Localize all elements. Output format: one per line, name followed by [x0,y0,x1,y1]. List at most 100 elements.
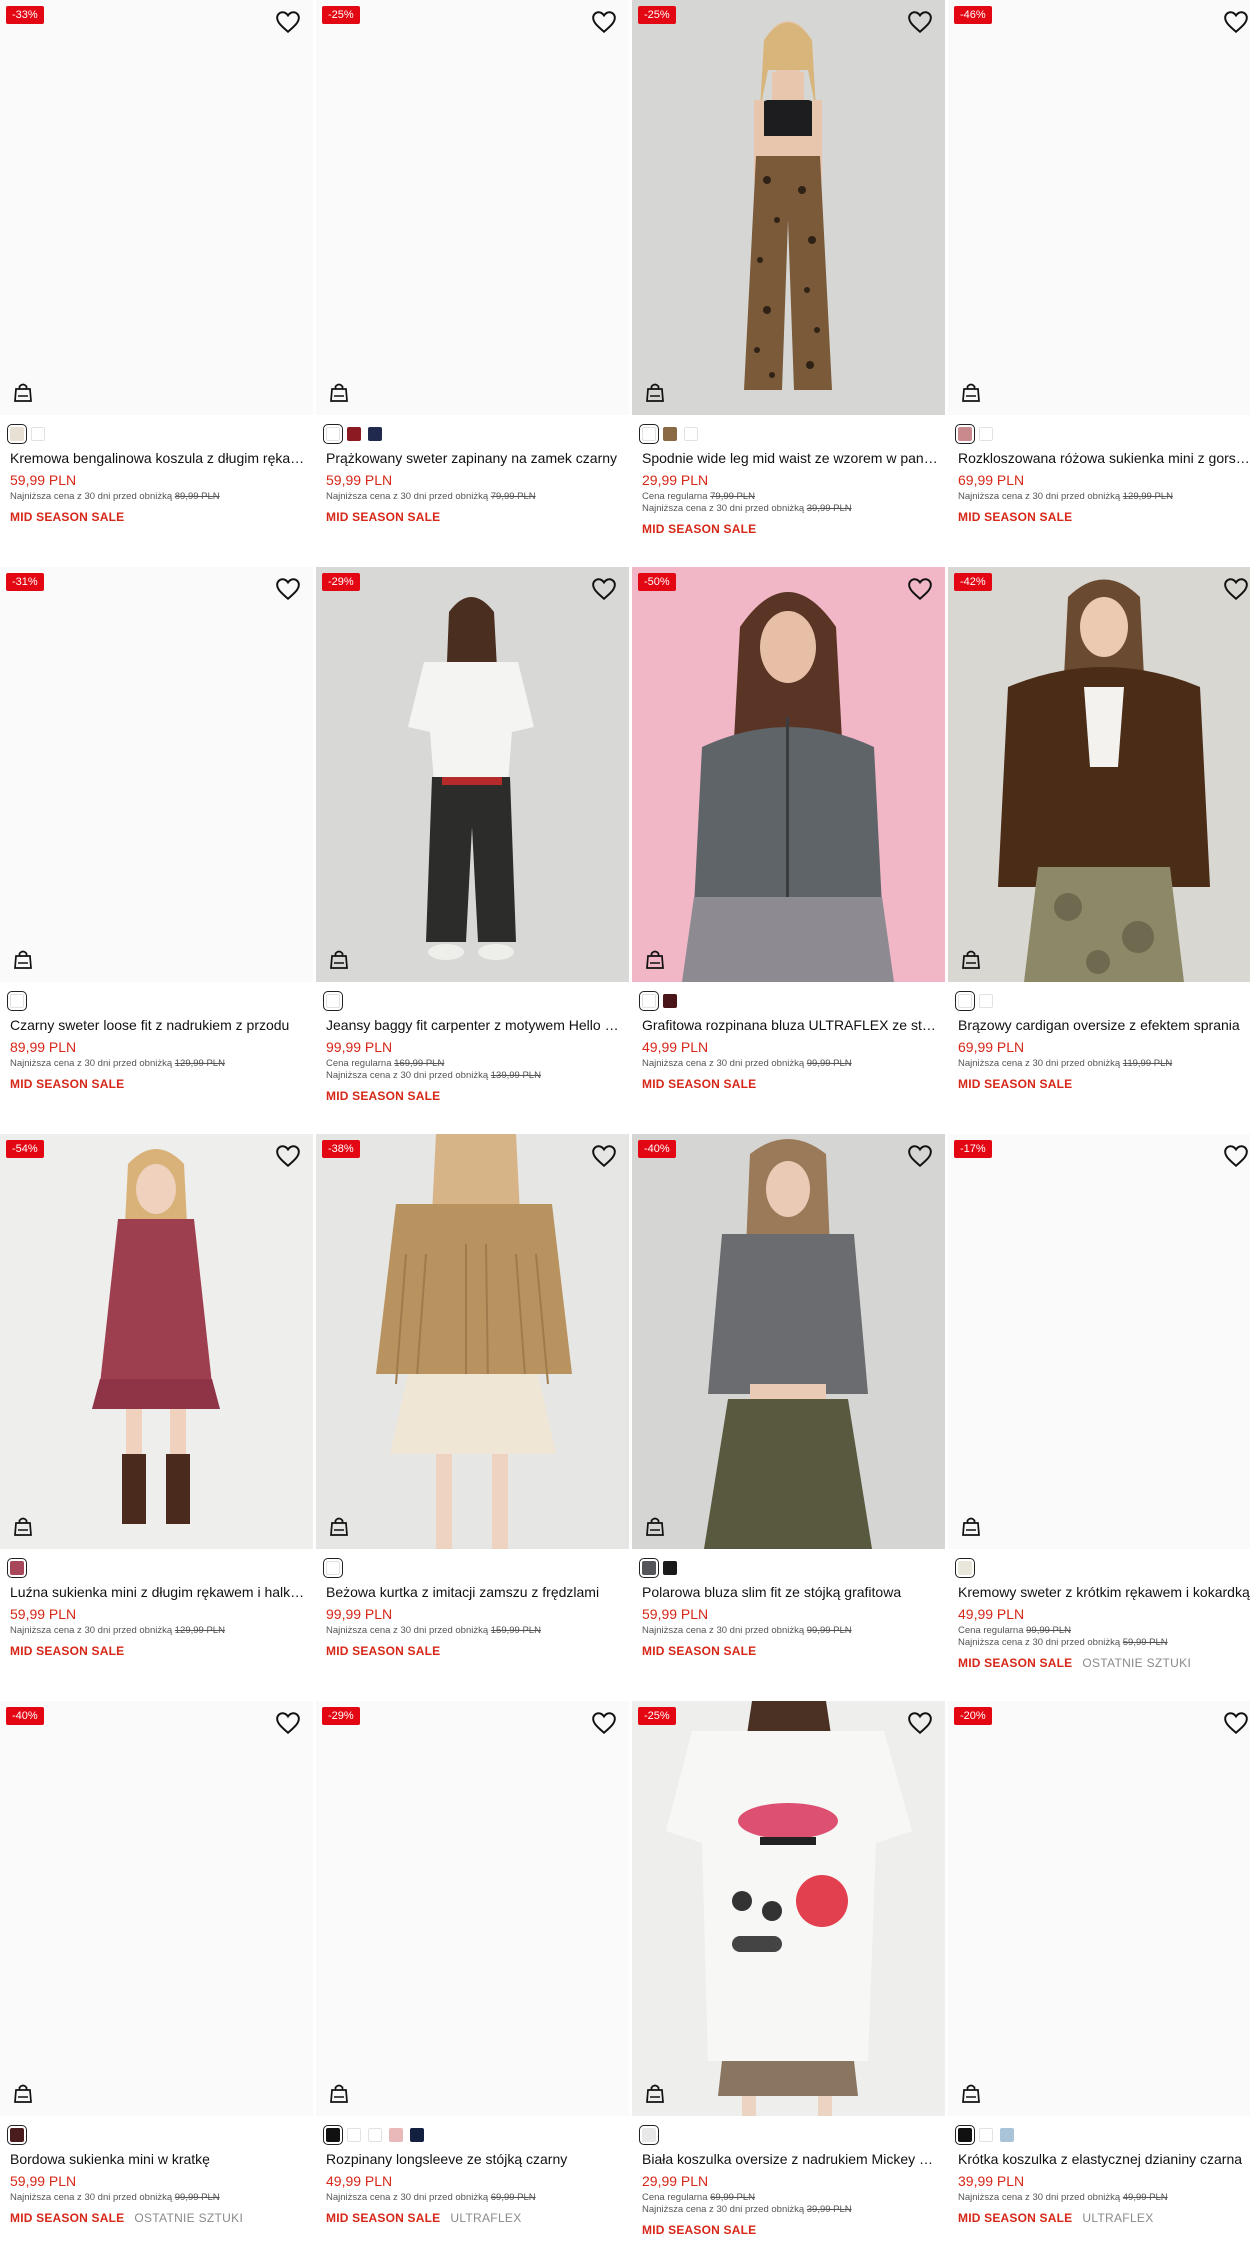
shopping-bag-icon[interactable] [960,2082,982,2104]
product-card[interactable]: -46% Rozkloszowana różowa sukienka mini … [948,0,1250,567]
product-name[interactable]: Luźna sukienka mini z długim rękawem i h… [10,1582,308,1602]
color-swatch[interactable] [7,2125,27,2145]
product-card[interactable]: -20% Krótka koszulka z elastycznej dzian… [948,1701,1250,2251]
shopping-bag-icon[interactable] [960,948,982,970]
product-card[interactable]: -50% Grafitowa rozpinana bluza ULTRAFLEX… [632,567,945,1134]
product-name[interactable]: Prążkowany sweter zapinany na zamek czar… [326,448,624,468]
product-card[interactable]: -40% Polarowa bluza slim fit ze stójką g… [632,1134,945,1701]
product-card[interactable]: -29% Jeansy baggy fit carpenter z motywe… [316,567,629,1134]
product-card[interactable]: -25% Biała koszulka oversize z nadrukiem… [632,1701,945,2251]
shopping-bag-icon[interactable] [12,948,34,970]
color-swatch[interactable] [368,427,382,441]
shopping-bag-icon[interactable] [644,2082,666,2104]
color-swatch[interactable] [323,2125,343,2145]
product-image[interactable]: -29% [316,1701,629,2116]
product-image[interactable]: -29% [316,567,629,982]
color-swatch[interactable] [31,427,45,441]
product-image[interactable]: -31% [0,567,313,982]
heart-icon[interactable] [591,10,617,34]
product-card[interactable]: -42% Brązowy cardigan oversize z efektem… [948,567,1250,1134]
product-name[interactable]: Brązowy cardigan oversize z efektem spra… [958,1015,1250,1035]
color-swatch[interactable] [7,424,27,444]
product-image[interactable]: -25% [316,0,629,415]
product-card[interactable]: -29% Rozpinany longsleeve ze stójką czar… [316,1701,629,2251]
shopping-bag-icon[interactable] [328,2082,350,2104]
color-swatch[interactable] [955,2125,975,2145]
product-image[interactable]: -40% [0,1701,313,2116]
product-card[interactable]: -33% Kremowa bengalinowa koszula z długi… [0,0,313,567]
heart-icon[interactable] [275,1711,301,1735]
product-image[interactable]: -42% [948,567,1250,982]
product-card[interactable]: -31% Czarny sweter loose fit z nadrukiem… [0,567,313,1134]
color-swatch[interactable] [955,424,975,444]
heart-icon[interactable] [1223,10,1249,34]
color-swatch[interactable] [639,2125,659,2145]
product-name[interactable]: Biała koszulka oversize z nadrukiem Mick… [642,2149,940,2169]
heart-icon[interactable] [275,577,301,601]
shopping-bag-icon[interactable] [960,1515,982,1537]
shopping-bag-icon[interactable] [12,2082,34,2104]
product-name[interactable]: Beżowa kurtka z imitacji zamszu z frędzl… [326,1582,624,1602]
color-swatch[interactable] [684,427,698,441]
product-card[interactable]: -25% Prążkowany sweter zapinany na zamek… [316,0,629,567]
shopping-bag-icon[interactable] [644,1515,666,1537]
color-swatch[interactable] [347,427,361,441]
product-name[interactable]: Kremowy sweter z krótkim rękawem i kokar… [958,1582,1250,1602]
shopping-bag-icon[interactable] [644,381,666,403]
color-swatch[interactable] [955,991,975,1011]
product-image[interactable]: -40% [632,1134,945,1549]
product-name[interactable]: Czarny sweter loose fit z nadrukiem z pr… [10,1015,308,1035]
color-swatch[interactable] [323,424,343,444]
product-image[interactable]: -25% [632,1701,945,2116]
product-name[interactable]: Jeansy baggy fit carpenter z motywem Hel… [326,1015,624,1035]
product-name[interactable]: Rozpinany longsleeve ze stójką czarny [326,2149,624,2169]
color-swatch[interactable] [389,2128,403,2142]
color-swatch[interactable] [979,427,993,441]
product-image[interactable]: -17% [948,1134,1250,1549]
heart-icon[interactable] [907,577,933,601]
color-swatch[interactable] [7,1558,27,1578]
product-name[interactable]: Grafitowa rozpinana bluza ULTRAFLEX ze s… [642,1015,940,1035]
heart-icon[interactable] [591,1711,617,1735]
heart-icon[interactable] [907,10,933,34]
shopping-bag-icon[interactable] [328,381,350,403]
product-name[interactable]: Polarowa bluza slim fit ze stójką grafit… [642,1582,940,1602]
heart-icon[interactable] [591,1144,617,1168]
product-image[interactable]: -33% [0,0,313,415]
product-name[interactable]: Kremowa bengalinowa koszula z długim ręk… [10,448,308,468]
product-image[interactable]: -54% [0,1134,313,1549]
color-swatch[interactable] [663,427,677,441]
shopping-bag-icon[interactable] [328,948,350,970]
product-image[interactable]: -38% [316,1134,629,1549]
color-swatch[interactable] [663,1561,677,1575]
shopping-bag-icon[interactable] [644,948,666,970]
heart-icon[interactable] [275,1144,301,1168]
heart-icon[interactable] [907,1711,933,1735]
product-card[interactable]: -54% Luźna sukienka mini z długim rękawe… [0,1134,313,1701]
product-name[interactable]: Krótka koszulka z elastycznej dzianiny c… [958,2149,1250,2169]
product-image[interactable]: -20% [948,1701,1250,2116]
product-card[interactable]: -25% Spodnie wide leg mid waist ze wzore… [632,0,945,567]
product-image[interactable]: -50% [632,567,945,982]
product-image[interactable]: -46% [948,0,1250,415]
color-swatch[interactable] [7,991,27,1011]
color-swatch[interactable] [639,1558,659,1578]
product-image[interactable]: -25% [632,0,945,415]
color-swatch[interactable] [1000,2128,1014,2142]
product-name[interactable]: Spodnie wide leg mid waist ze wzorem w p… [642,448,940,468]
heart-icon[interactable] [1223,577,1249,601]
color-swatch[interactable] [347,2128,361,2142]
color-swatch[interactable] [323,1558,343,1578]
product-card[interactable]: -38% Beżowa kurtka z imitacji zamszu z f… [316,1134,629,1701]
product-name[interactable]: Rozkloszowana różowa sukienka mini z gor… [958,448,1250,468]
product-name[interactable]: Bordowa sukienka mini w kratkę [10,2149,308,2169]
product-card[interactable]: -40% Bordowa sukienka mini w kratkę 59,9… [0,1701,313,2251]
color-swatch[interactable] [639,991,659,1011]
shopping-bag-icon[interactable] [12,1515,34,1537]
color-swatch[interactable] [979,994,993,1008]
color-swatch[interactable] [323,991,343,1011]
color-swatch[interactable] [663,994,677,1008]
color-swatch[interactable] [368,2128,382,2142]
color-swatch[interactable] [639,424,659,444]
heart-icon[interactable] [1223,1144,1249,1168]
